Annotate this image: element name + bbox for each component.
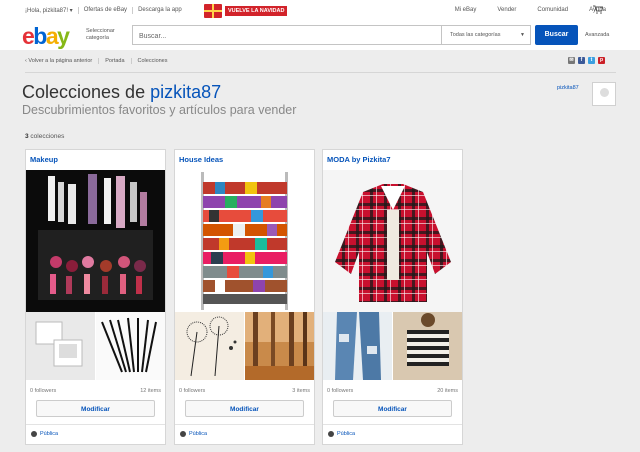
promo-banner[interactable]: VUELVE LA NAVIDAD [204,4,288,18]
items-count: 20 items [437,388,458,394]
collection-thumbnail[interactable] [393,312,462,380]
followers-count: 0 followers [30,388,57,394]
user-greeting[interactable]: ¡Hola, pizkita87! ▾ [25,7,79,14]
modify-button[interactable]: Modificar [333,400,452,417]
modify-button[interactable]: Modificar [36,400,155,417]
my-ebay-link[interactable]: Mi eBay [455,7,477,13]
title-username-link[interactable]: pizkita87 [150,82,221,102]
back-link[interactable]: ‹ Volver a la página anterior [25,58,98,64]
collection-card: Makeup 0 followers 12 items Modificar Pú… [25,149,166,445]
header: ebay Seleccionar categoría Todas las cat… [0,22,640,50]
collection-cover-image[interactable] [323,170,462,312]
search-input[interactable] [133,26,446,46]
divider [175,424,314,425]
select-category-button[interactable]: Seleccionar categoría [86,28,126,42]
collection-stats: 0 followers 12 items [30,388,161,394]
logo-y: y [57,23,70,49]
collection-thumbnail[interactable] [96,312,165,380]
followers-count: 0 followers [179,388,206,394]
collection-stats: 0 followers 3 items [179,388,310,394]
sell-link[interactable]: Vender [497,7,516,13]
collection-count: 3 colecciones [25,133,64,140]
globe-icon [180,431,186,437]
visibility-label: Pública [337,431,356,437]
promo-text: VUELVE LA NAVIDAD [225,6,288,16]
page-subtitle: Descubrimientos favoritos y artículos pa… [22,103,297,117]
email-share-icon[interactable]: ✉ [568,57,575,64]
advanced-search-link[interactable]: Avanzada [585,32,609,38]
visibility-label: Pública [40,431,59,437]
visibility-toggle[interactable]: Pública [31,431,58,437]
page-title: Colecciones de pizkita87 [22,82,221,103]
collection-card: MODA by Pizkita7 0 followers 20 items Mo… [322,149,463,445]
top-left-links: ¡Hola, pizkita87! ▾ Ofertas de eBay Desc… [25,7,187,14]
avatar[interactable] [592,82,616,106]
logo-a: a [45,23,59,49]
ebay-logo[interactable]: ebay [22,23,70,49]
logo-e: e [22,23,35,49]
divider [323,424,462,425]
modify-button[interactable]: Modificar [185,400,304,417]
divider [26,424,165,425]
collection-thumbnail[interactable] [323,312,392,380]
category-dropdown[interactable]: Todas las categorías ▼ [441,26,531,44]
collection-cover-image[interactable] [26,170,165,312]
followers-count: 0 followers [327,388,354,394]
logo-b: b [33,23,47,49]
search-box: Todas las categorías ▼ [132,25,531,46]
visibility-toggle[interactable]: Pública [180,431,207,437]
collection-stats: 0 followers 20 items [327,388,458,394]
globe-icon [328,431,334,437]
share-icons: ✉ f t p [568,57,605,64]
collection-title-link[interactable]: MODA by Pizkita7 [327,155,391,164]
breadcrumb-home[interactable]: Portada [98,58,130,64]
app-link[interactable]: Descarga la app [133,7,187,14]
community-link[interactable]: Comunidad [537,7,568,13]
globe-icon [31,431,37,437]
top-right-links: Mi eBay Vender Comunidad Ayuda [455,7,606,13]
profile-username-link[interactable]: pizkita87 [557,85,579,91]
breadcrumb: ‹ Volver a la página anterior Portada Co… [25,58,174,64]
twitter-share-icon[interactable]: t [588,57,595,64]
collection-cover-image[interactable] [175,170,314,312]
count-label: colecciones [28,133,65,140]
collection-thumbnail[interactable] [26,312,95,380]
cart-icon[interactable] [593,5,603,14]
breadcrumb-collections[interactable]: Colecciones [130,58,174,64]
divider [25,72,616,73]
pinterest-share-icon[interactable]: p [598,57,605,64]
deals-link[interactable]: Ofertas de eBay [79,7,134,14]
title-prefix: Colecciones de [22,82,146,102]
chevron-down-icon: ▼ [520,32,525,38]
collection-card: House Ideas 0 followers 3 items Modifica… [174,149,315,445]
category-value: Todas las categorías [450,32,501,38]
items-count: 3 items [292,388,310,394]
visibility-label: Pública [189,431,208,437]
collection-thumbnail[interactable] [245,312,314,380]
facebook-share-icon[interactable]: f [578,57,585,64]
search-button[interactable]: Buscar [535,25,578,45]
collection-thumbnail[interactable] [175,312,244,380]
collection-title-link[interactable]: House Ideas [179,155,223,164]
collection-title-link[interactable]: Makeup [30,155,58,164]
items-count: 12 items [140,388,161,394]
top-bar: ¡Hola, pizkita87! ▾ Ofertas de eBay Desc… [0,0,640,23]
visibility-toggle[interactable]: Pública [328,431,355,437]
gift-icon [204,4,222,18]
